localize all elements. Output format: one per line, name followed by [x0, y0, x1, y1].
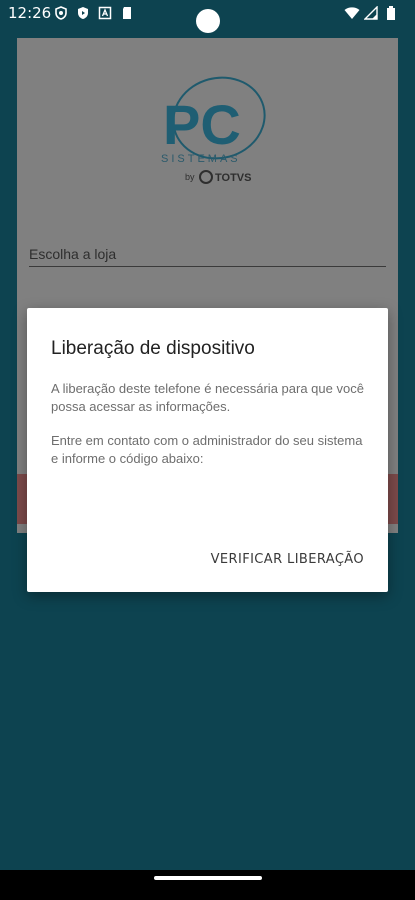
logo-subtitle: SISTEMAS — [161, 153, 241, 165]
logo-by: by — [185, 172, 195, 182]
dialog-message-required: A liberação deste telefone é necessária … — [51, 381, 364, 414]
device-code-area — [51, 484, 369, 524]
logo-pc-text: PC — [163, 93, 241, 156]
code-fade — [51, 484, 369, 524]
status-time: 12:26 — [8, 4, 52, 22]
a-box-icon — [98, 6, 112, 20]
device-release-dialog: Liberação de dispositivo A liberação des… — [27, 308, 388, 592]
camera-cutout — [196, 9, 220, 33]
store-select-label: Escolha a loja — [29, 246, 117, 262]
shield-icon — [55, 6, 67, 20]
play-shield-icon — [78, 7, 88, 19]
wifi-icon — [344, 7, 360, 19]
dialog-title: Liberação de dispositivo — [51, 338, 255, 359]
battery-icon — [387, 6, 395, 20]
signal-icon — [364, 6, 378, 20]
dialog-message-contact: Entre em contato com o administrador do … — [51, 433, 363, 466]
pc-sistemas-logo: PC SISTEMAS by TOTVS — [161, 76, 266, 184]
home-gesture-handle[interactable] — [154, 876, 262, 880]
logo-brand: TOTVS — [215, 172, 251, 184]
sd-card-icon — [123, 7, 131, 19]
store-select-field[interactable]: Escolha a loja — [29, 238, 386, 267]
verify-release-button[interactable]: VERIFICAR LIBERAÇÃO — [211, 552, 364, 567]
navigation-bar — [0, 870, 415, 900]
